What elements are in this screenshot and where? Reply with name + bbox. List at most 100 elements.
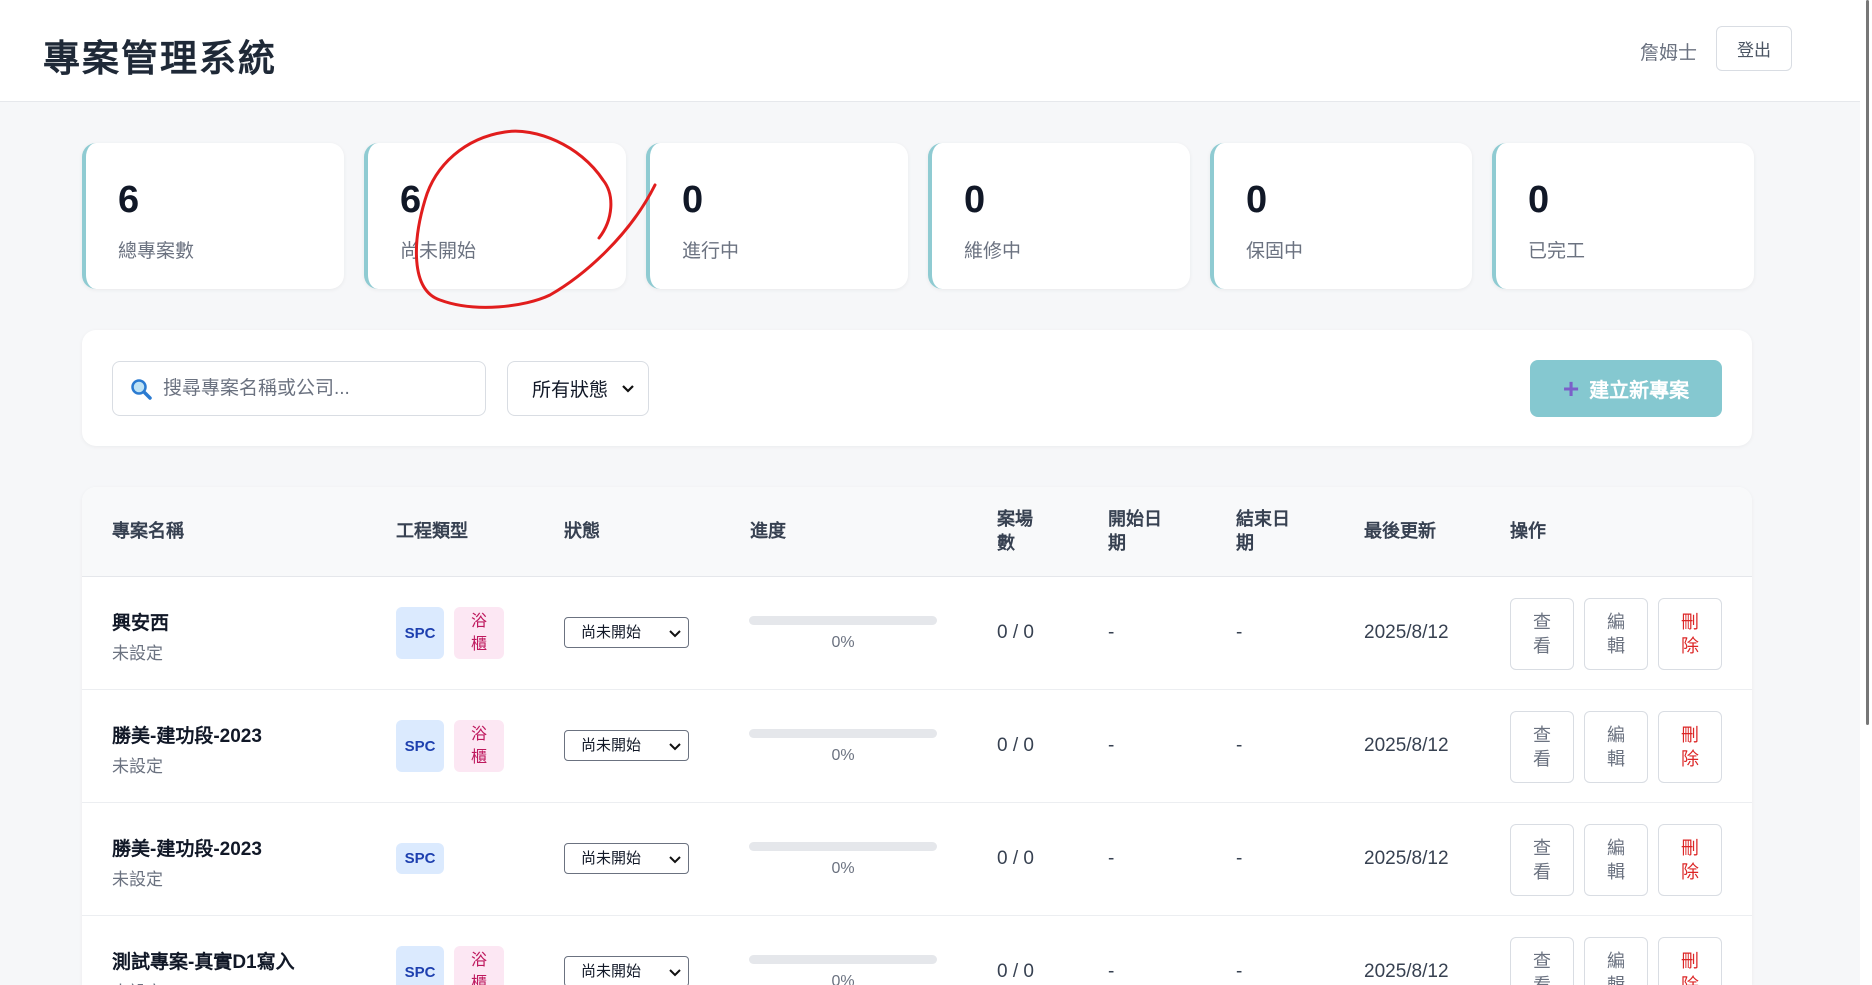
view-button[interactable]: 查看 (1510, 598, 1574, 670)
table-row[interactable]: 勝美-建功段-2023 未設定 SPC 尚未開始 0% 0 / 0 - - 2025/8/12 查… (82, 803, 1752, 916)
sites-count: 0 / 0 (997, 622, 1034, 643)
end-date: - (1236, 961, 1243, 982)
status-filter-value: 所有狀態 (532, 380, 609, 401)
progress-bar (749, 729, 937, 738)
start-date: - (1108, 848, 1115, 869)
progress-text: 0% (831, 860, 855, 877)
chevron-down-icon (669, 630, 681, 638)
col-header-status[interactable]: 狀態 (564, 519, 600, 543)
user-name: 詹姆士 (1640, 43, 1698, 64)
project-company: 未設定 (112, 644, 163, 663)
chevron-down-icon (622, 385, 634, 393)
row-status-value: 尚未開始 (581, 737, 642, 754)
col-header-updated[interactable]: 最後更新 (1364, 519, 1436, 543)
stat-value: 6 (118, 179, 140, 221)
end-date: - (1236, 848, 1243, 869)
last-updated: 2025/8/12 (1364, 622, 1449, 643)
project-company: 未設定 (112, 870, 163, 889)
delete-button[interactable]: 刪除 (1658, 937, 1722, 985)
project-name[interactable]: 勝美-建功段-2023 (112, 834, 262, 861)
row-status-select[interactable]: 尚未開始 (564, 956, 689, 985)
table-row[interactable]: 勝美-建功段-2023 未設定 SPC 浴櫃 尚未開始 0% 0 / 0 - - 2025/8/1… (82, 690, 1752, 803)
chevron-down-icon (669, 743, 681, 751)
stat-card-total: 6 總專案數 (82, 143, 344, 289)
row-status-value: 尚未開始 (581, 963, 642, 980)
filter-toolbar: 所有狀態 + 建立新專案 (82, 330, 1752, 446)
scrollbar-thumb[interactable] (1866, 0, 1869, 725)
tag-spc: SPC (396, 946, 444, 985)
table-row[interactable]: 興安西 未設定 SPC 浴櫃 尚未開始 0% 0 / 0 - - 2025/8/12 查看編輯刪除 (82, 577, 1752, 690)
app-header: 專案管理系統 詹姆士 登出 (0, 0, 1860, 102)
tag-spc: SPC (396, 607, 444, 659)
end-date: - (1236, 735, 1243, 756)
stat-card-maintenance: 0 維修中 (928, 143, 1190, 289)
app-title: 專案管理系統 (43, 38, 277, 79)
stat-label: 保固中 (1246, 241, 1304, 262)
delete-button[interactable]: 刪除 (1658, 824, 1722, 896)
stat-card-warranty: 0 保固中 (1210, 143, 1472, 289)
col-header-start[interactable]: 開始日期 (1108, 507, 1168, 555)
stat-label: 已完工 (1528, 241, 1586, 262)
project-company: 未設定 (112, 978, 163, 985)
tag-spc: SPC (396, 843, 444, 874)
stat-value: 0 (1246, 179, 1268, 221)
col-header-sites[interactable]: 案場數 (997, 507, 1047, 555)
col-header-end[interactable]: 結束日期 (1236, 507, 1296, 555)
stat-label: 總專案數 (118, 241, 195, 262)
table-row[interactable]: 測試專案-真實D1寫入未設定 SPC 浴櫃 尚未開始 0% 0 / 0 - - 2025/8/1… (82, 916, 1752, 985)
stat-value: 6 (400, 179, 422, 221)
sites-count: 0 / 0 (997, 961, 1034, 982)
project-name[interactable]: 興安西 (112, 608, 169, 635)
stat-label: 尚未開始 (400, 241, 477, 262)
row-status-select[interactable]: 尚未開始 (564, 730, 689, 761)
progress-bar (749, 616, 937, 625)
tag-bathroom-cabinet: 浴櫃 (454, 720, 504, 772)
progress-text: 0% (831, 634, 855, 651)
col-header-name[interactable]: 專案名稱 (112, 519, 184, 543)
sites-count: 0 / 0 (997, 848, 1034, 869)
progress-text: 0% (831, 973, 855, 985)
logout-button[interactable]: 登出 (1716, 26, 1792, 71)
delete-button[interactable]: 刪除 (1658, 711, 1722, 783)
view-button[interactable]: 查看 (1510, 824, 1574, 896)
tag-bathroom-cabinet: 浴櫃 (454, 607, 504, 659)
edit-button[interactable]: 編輯 (1584, 598, 1648, 670)
progress-bar (749, 842, 937, 851)
new-project-label: 建立新專案 (1589, 380, 1690, 402)
progress-text: 0% (831, 747, 855, 764)
start-date: - (1108, 735, 1115, 756)
stat-label: 維修中 (964, 241, 1022, 262)
row-status-select[interactable]: 尚未開始 (564, 843, 689, 874)
stat-value: 0 (964, 179, 986, 221)
col-header-actions: 操作 (1510, 521, 1546, 541)
col-header-progress[interactable]: 進度 (750, 519, 786, 543)
stat-card-not-started: 6 尚未開始 (364, 143, 626, 289)
project-name[interactable]: 勝美-建功段-2023 (112, 721, 262, 748)
row-status-value: 尚未開始 (581, 624, 642, 641)
edit-button[interactable]: 編輯 (1584, 824, 1648, 896)
edit-button[interactable]: 編輯 (1584, 937, 1648, 985)
search-icon (131, 378, 152, 400)
projects-table: 專案名稱 工程類型 狀態 進度 案場數 開始日期 結束日期 最後更新 操作 興安… (82, 487, 1752, 985)
status-filter-select[interactable]: 所有狀態 (507, 361, 649, 416)
search-box[interactable] (112, 361, 486, 416)
last-updated: 2025/8/12 (1364, 848, 1449, 869)
chevron-down-icon (669, 856, 681, 864)
start-date: - (1108, 961, 1115, 982)
view-button[interactable]: 查看 (1510, 937, 1574, 985)
search-input[interactable] (163, 377, 463, 400)
tag-spc: SPC (396, 720, 444, 772)
stat-card-completed: 0 已完工 (1492, 143, 1754, 289)
view-button[interactable]: 查看 (1510, 711, 1574, 783)
new-project-button[interactable]: + 建立新專案 (1530, 360, 1722, 417)
tag-bathroom-cabinet: 浴櫃 (454, 946, 504, 985)
sites-count: 0 / 0 (997, 735, 1034, 756)
stat-card-in-progress: 0 進行中 (646, 143, 908, 289)
col-header-type[interactable]: 工程類型 (396, 519, 468, 543)
stat-label: 進行中 (682, 241, 740, 262)
edit-button[interactable]: 編輯 (1584, 711, 1648, 783)
project-name[interactable]: 測試專案-真實D1寫入 (112, 947, 295, 974)
end-date: - (1236, 622, 1243, 643)
row-status-select[interactable]: 尚未開始 (564, 617, 689, 648)
delete-button[interactable]: 刪除 (1658, 598, 1722, 670)
